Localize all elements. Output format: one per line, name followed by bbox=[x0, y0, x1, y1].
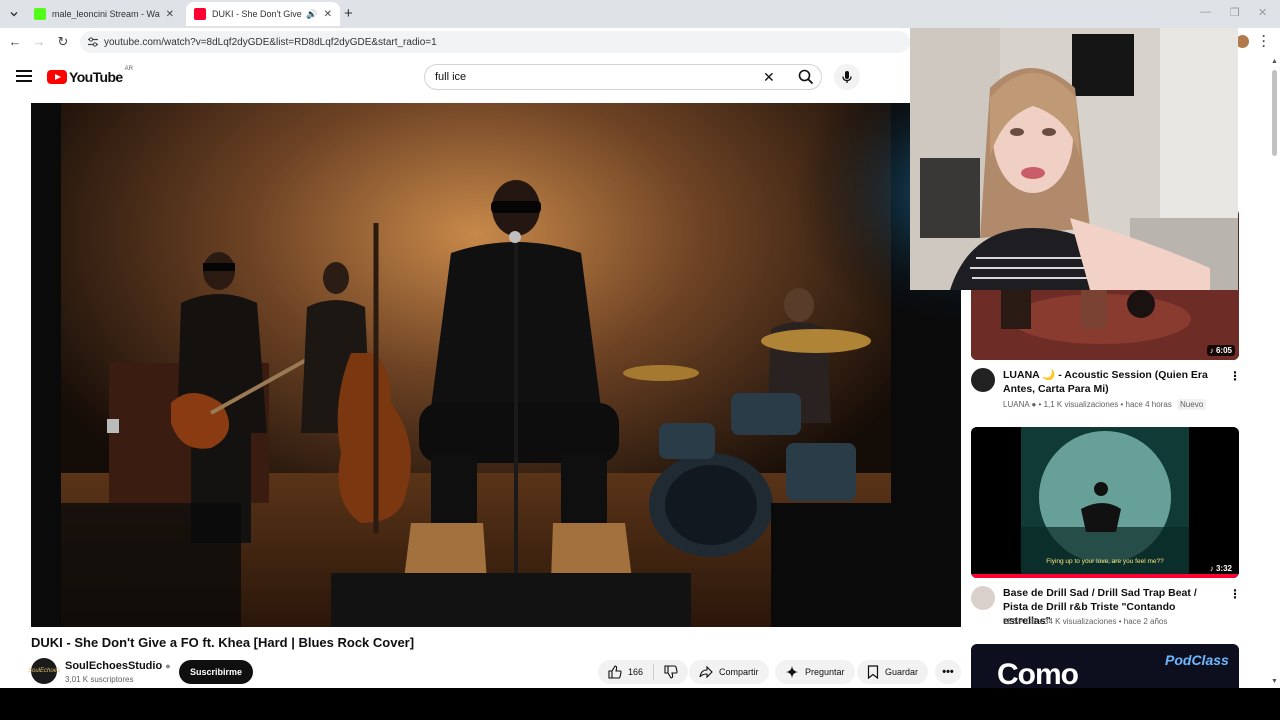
restore-icon[interactable]: ❐ bbox=[1230, 6, 1240, 19]
thumbnail-big-text: Como bbox=[997, 658, 1079, 688]
voice-search-button[interactable] bbox=[834, 64, 860, 90]
more-vert-icon[interactable]: ⋮ bbox=[1229, 370, 1241, 382]
thumbnail-logo-text: PodClass bbox=[1165, 652, 1229, 668]
reload-icon[interactable]: ↻ bbox=[56, 35, 70, 49]
minimize-icon[interactable]: — bbox=[1200, 6, 1211, 18]
like-dislike-group: 166 bbox=[598, 660, 689, 684]
youtube-logo[interactable]: YouTube AR bbox=[47, 66, 133, 85]
scroll-down-icon[interactable]: ▼ bbox=[1271, 678, 1278, 685]
channel-name-text: SoulEchoesStudio bbox=[65, 660, 163, 672]
search-box[interactable]: full ice ✕ bbox=[424, 64, 822, 90]
tab-title: DUKI - She Don't Give a FO bbox=[212, 9, 302, 19]
rec-views: 1,1 K visualizaciones bbox=[1043, 400, 1119, 409]
duration-badge: ♪ 6:05 bbox=[1206, 345, 1235, 356]
like-button[interactable]: 166 bbox=[608, 664, 655, 680]
share-label: Compartir bbox=[719, 667, 759, 677]
kick-favicon-icon bbox=[34, 8, 46, 20]
rec-meta: LESPICE • 34 K visualizaciones • hace 2 … bbox=[1003, 617, 1168, 626]
rec-thumbnail[interactable]: Flying up to your love, are you feel me?… bbox=[971, 427, 1239, 578]
scroll-up-icon[interactable]: ▲ bbox=[1271, 58, 1278, 65]
clear-search-icon[interactable]: ✕ bbox=[763, 69, 775, 86]
more-vert-icon[interactable]: ⋮ bbox=[1229, 588, 1241, 600]
channel-avatar[interactable] bbox=[971, 586, 995, 610]
video-title: DUKI - She Don't Give a FO ft. Khea [Har… bbox=[31, 635, 415, 650]
channel-avatar[interactable]: SoulEchoes bbox=[28, 658, 60, 684]
logo-wordmark: YouTube bbox=[69, 69, 123, 85]
bookmark-icon bbox=[867, 665, 879, 679]
save-button[interactable]: Guardar bbox=[857, 660, 929, 684]
screen-letterbox bbox=[0, 688, 1280, 720]
like-count: 166 bbox=[628, 667, 644, 677]
video-player[interactable] bbox=[31, 103, 961, 627]
microphone-icon bbox=[842, 71, 852, 83]
youtube-favicon-icon bbox=[194, 8, 206, 20]
subscribe-button[interactable]: Suscribirme bbox=[179, 660, 254, 684]
more-horizontal-icon: ••• bbox=[942, 666, 954, 678]
address-bar[interactable]: youtube.com/watch?v=8dLqf2dyGDE&list=RD8… bbox=[80, 31, 910, 53]
webcam-overlay bbox=[910, 28, 1238, 290]
country-code: AR bbox=[124, 66, 133, 72]
search-icon bbox=[798, 69, 814, 85]
rec-views: 34 K visualizaciones bbox=[1044, 617, 1117, 626]
channel-avatar[interactable] bbox=[971, 368, 995, 392]
ask-button[interactable]: Preguntar bbox=[775, 660, 855, 684]
ask-label: Preguntar bbox=[805, 667, 845, 677]
tab-youtube-video[interactable]: DUKI - She Don't Give a FO 🔊 ✕ bbox=[186, 2, 340, 26]
site-settings-icon[interactable] bbox=[87, 36, 99, 48]
duration-badge: ♪ 3:32 bbox=[1206, 563, 1235, 574]
rec-age: hace 2 años bbox=[1123, 617, 1168, 626]
more-actions-button[interactable]: ••• bbox=[935, 660, 961, 684]
verified-icon: ● bbox=[1031, 400, 1037, 409]
search-button[interactable] bbox=[789, 65, 823, 89]
channel-name[interactable]: SoulEchoesStudio ● bbox=[65, 660, 171, 672]
rec-thumbnail[interactable]: Como PodClass bbox=[971, 644, 1239, 688]
verified-icon: ● bbox=[165, 661, 171, 671]
video-owner-row: SoulEchoes SoulEchoesStudio ● 3,01 K sus… bbox=[28, 658, 961, 688]
rec-meta: LUANA ● • 1,1 K visualizaciones • hace 4… bbox=[1003, 399, 1207, 410]
browser-menu-icon[interactable]: · · · bbox=[1262, 30, 1266, 52]
new-tab-button[interactable]: + bbox=[344, 5, 353, 22]
new-badge: Nuevo bbox=[1177, 399, 1207, 410]
subscriber-count: 3,01 K suscriptores bbox=[65, 675, 134, 684]
rec-channel[interactable]: LUANA bbox=[1003, 400, 1029, 409]
thumbs-up-icon bbox=[608, 665, 622, 679]
rec-age: hace 4 horas bbox=[1125, 400, 1172, 409]
video-frame-band-on-stage bbox=[31, 103, 961, 627]
rec-channel[interactable]: LESPICE bbox=[1003, 617, 1037, 626]
close-tab-icon[interactable]: ✕ bbox=[324, 9, 332, 20]
back-arrow-icon[interactable]: ← bbox=[8, 35, 22, 49]
search-input[interactable]: full ice bbox=[435, 71, 466, 83]
thumbnail-image bbox=[971, 427, 1239, 578]
rec-title[interactable]: LUANA 🌙 - Acoustic Session (Quien Era An… bbox=[1003, 368, 1223, 396]
forward-arrow-icon[interactable]: → bbox=[32, 35, 46, 49]
chevron-down-icon bbox=[10, 12, 18, 17]
browser-tab-strip: male_leoncini Stream - Watch L ✕ DUKI - … bbox=[0, 0, 1280, 28]
sparkle-icon bbox=[786, 666, 798, 678]
speaker-icon[interactable]: 🔊 bbox=[306, 9, 317, 20]
hamburger-menu-icon[interactable] bbox=[16, 70, 32, 82]
tab-kick-stream[interactable]: male_leoncini Stream - Watch L ✕ bbox=[26, 2, 182, 26]
close-tab-icon[interactable]: ✕ bbox=[166, 9, 174, 20]
share-arrow-icon bbox=[699, 665, 713, 679]
save-label: Guardar bbox=[885, 667, 919, 677]
tab-search-button[interactable] bbox=[6, 6, 22, 22]
scrollbar-thumb[interactable] bbox=[1272, 70, 1277, 156]
share-button[interactable]: Compartir bbox=[689, 660, 769, 684]
thumbs-down-icon bbox=[664, 665, 678, 679]
subtitle-overlay: Flying up to your love, are you feel me?… bbox=[1046, 558, 1164, 565]
webcam-feed-image bbox=[910, 28, 1238, 290]
youtube-play-icon bbox=[47, 70, 67, 84]
tab-title: male_leoncini Stream - Watch L bbox=[52, 9, 160, 19]
dislike-button[interactable] bbox=[654, 665, 688, 679]
url-text: youtube.com/watch?v=8dLqf2dyGDE&list=RD8… bbox=[104, 36, 437, 48]
page-scrollbar[interactable]: ▲ ▼ bbox=[1270, 56, 1280, 688]
window-close-icon[interactable]: ✕ bbox=[1258, 6, 1267, 19]
